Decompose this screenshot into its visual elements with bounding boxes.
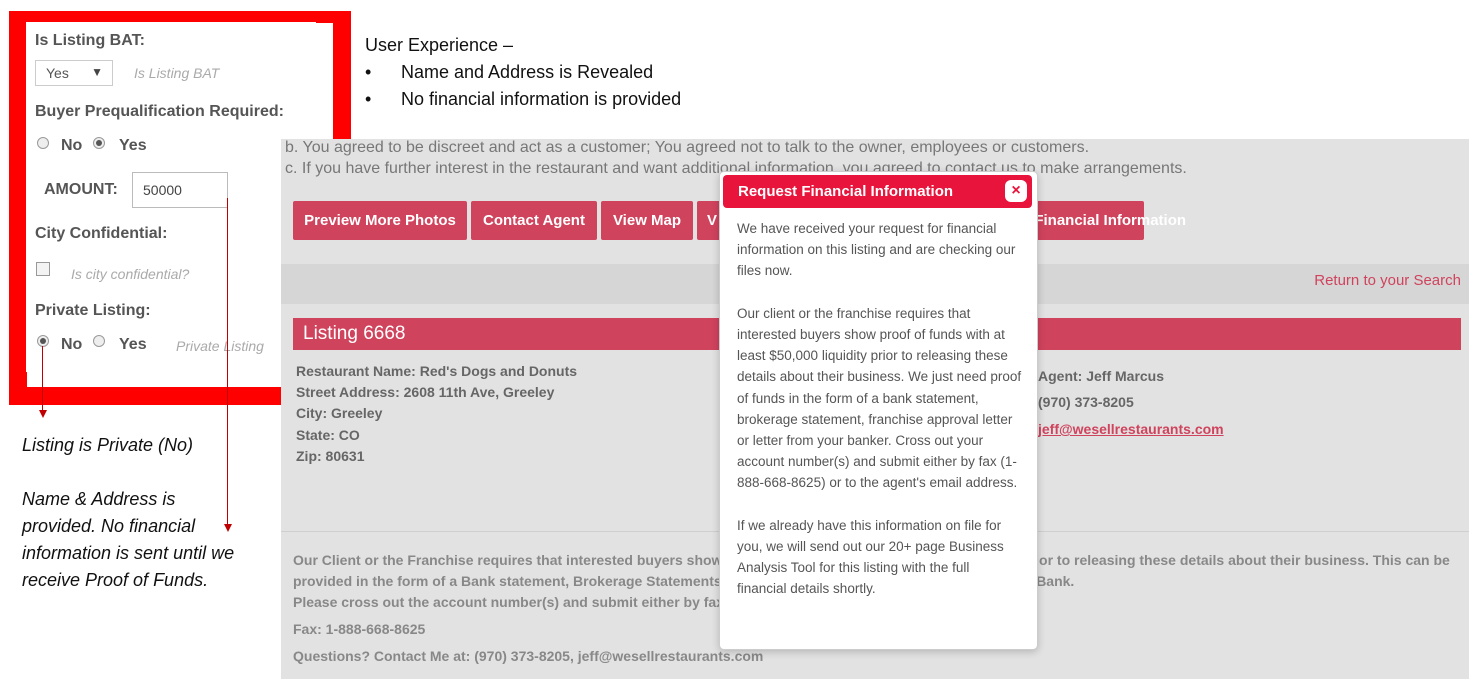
is-listing-bat-hint: Is Listing BAT bbox=[134, 65, 220, 81]
city-confidential-hint: Is city confidential? bbox=[71, 266, 190, 282]
view-map-button[interactable]: View Map bbox=[601, 201, 693, 240]
note-line: Name & Address is bbox=[22, 489, 176, 509]
bullet-icon: • bbox=[365, 62, 372, 82]
street-address: Street Address: 2608 11th Ave, Greeley bbox=[296, 384, 555, 400]
bullet-icon: • bbox=[365, 89, 372, 109]
amount-input[interactable]: 50000 bbox=[132, 172, 228, 208]
buyer-prequal-no-radio[interactable] bbox=[37, 137, 49, 149]
private-yes-label: Yes bbox=[119, 336, 147, 353]
listing-title: Listing 6668 bbox=[303, 323, 406, 344]
city-confidential-label: City Confidential: bbox=[35, 225, 168, 242]
modal-paragraph: If we already have this information on f… bbox=[737, 517, 1004, 597]
return-to-search-link[interactable]: Return to your Search bbox=[1314, 272, 1461, 289]
agreement-b: b. You agreed to be discreet and act as … bbox=[285, 139, 1090, 156]
ux-title: User Experience – bbox=[365, 35, 514, 55]
agent-name: Agent: Jeff Marcus bbox=[1038, 368, 1165, 384]
questions-line: Questions? Contact Me at: (970) 373-8205… bbox=[293, 648, 764, 664]
amount-label: AMOUNT: bbox=[44, 181, 118, 198]
state: State: CO bbox=[296, 427, 360, 443]
buyer-prequal-yes-label: Yes bbox=[119, 137, 147, 154]
private-listing-hint: Private Listing bbox=[176, 338, 264, 354]
restaurant-name: Restaurant Name: Red's Dogs and Donuts bbox=[296, 363, 578, 379]
request-financial-info-modal: Request Financial Information × We have … bbox=[719, 171, 1038, 650]
note-line: receive Proof of Funds. bbox=[22, 570, 209, 590]
buyer-prequal-yes-radio[interactable] bbox=[93, 137, 105, 149]
buyer-prequal-label: Buyer Prequalification Required: bbox=[35, 103, 284, 120]
listing-form-panel: Is Listing BAT: Yes ▼ Is Listing BAT Buy… bbox=[26, 22, 316, 372]
modal-header: Request Financial Information × bbox=[723, 175, 1032, 208]
ux-bullet-text: Name and Address is Revealed bbox=[401, 62, 654, 82]
is-listing-bat-select[interactable]: Yes ▼ bbox=[35, 60, 113, 86]
chevron-down-icon: ▼ bbox=[91, 65, 103, 79]
ux-bullet-text: No financial information is provided bbox=[401, 89, 682, 109]
fax-line: Fax: 1-888-668-8625 bbox=[293, 621, 426, 637]
private-listing-label: Private Listing: bbox=[35, 302, 151, 319]
modal-paragraph: We have received your request for financ… bbox=[737, 221, 1016, 279]
private-no-radio[interactable] bbox=[37, 335, 49, 347]
agent-email-link[interactable]: jeff@wesellrestaurants.com bbox=[1038, 421, 1224, 437]
note-private: Listing is Private (No) bbox=[22, 435, 194, 455]
city-confidential-checkbox[interactable] bbox=[36, 262, 50, 276]
modal-title: Request Financial Information bbox=[738, 183, 954, 200]
city: City: Greeley bbox=[296, 405, 383, 421]
note-line: information is sent until we bbox=[22, 543, 235, 563]
close-icon[interactable]: × bbox=[1005, 180, 1027, 202]
zip: Zip: 80631 bbox=[296, 448, 365, 464]
arrow-line bbox=[42, 346, 43, 410]
arrow-down-icon bbox=[224, 524, 232, 532]
note-line: provided. No financial bbox=[22, 516, 196, 536]
private-no-label: No bbox=[61, 336, 83, 353]
contact-agent-button[interactable]: Contact Agent bbox=[471, 201, 597, 240]
agent-phone: (970) 373-8205 bbox=[1038, 394, 1134, 410]
preview-photos-button[interactable]: Preview More Photos bbox=[293, 201, 467, 240]
is-listing-bat-value: Yes bbox=[46, 65, 69, 81]
modal-paragraph: Our client or the franchise requires tha… bbox=[737, 305, 1022, 491]
is-listing-bat-label: Is Listing BAT: bbox=[35, 32, 145, 49]
arrow-line bbox=[227, 198, 228, 524]
arrow-down-icon bbox=[39, 410, 47, 418]
private-yes-radio[interactable] bbox=[93, 335, 105, 347]
modal-body: We have received your request for financ… bbox=[737, 218, 1022, 621]
buyer-prequal-no-label: No bbox=[61, 137, 83, 154]
